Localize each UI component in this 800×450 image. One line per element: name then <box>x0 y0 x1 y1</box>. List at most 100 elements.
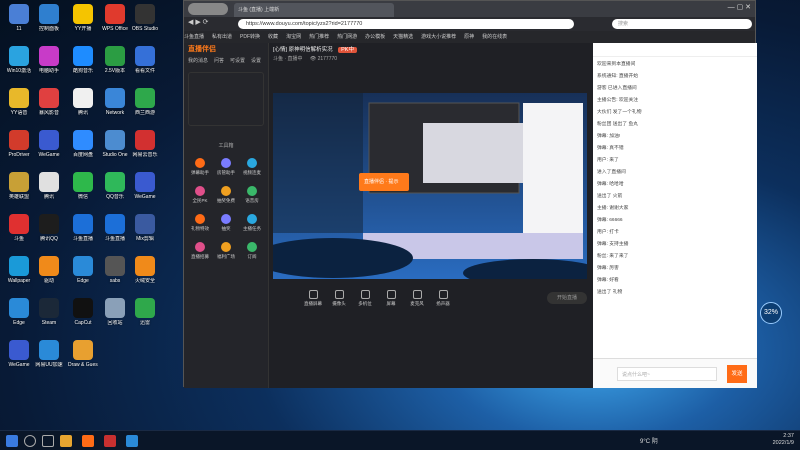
desktop-icon[interactable]: ProDriver <box>4 130 34 158</box>
bookmark-item[interactable]: 热门推荐 <box>309 31 329 43</box>
clock[interactable]: 2:37 2022/1/9 <box>773 433 794 447</box>
desktop-icon[interactable]: Edge <box>4 298 34 326</box>
bookmark-item[interactable]: 我的在线表 <box>482 31 507 43</box>
bookmark-item[interactable]: 原神 <box>464 31 474 43</box>
desktop-icon[interactable]: 西兰西游 <box>130 88 160 116</box>
desktop-icon[interactable]: 2.5V版本 <box>100 46 130 74</box>
desktop-icon[interactable]: 控制面板 <box>34 4 64 32</box>
desktop-icon[interactable]: 斗鱼直播 <box>68 214 98 242</box>
desktop-icon[interactable]: Network <box>100 88 130 116</box>
bookmark-item[interactable]: 天猫精选 <box>393 31 413 43</box>
desktop-icon[interactable]: 看看文件 <box>130 46 160 74</box>
desktop-icon[interactable]: 腾讯QQ <box>34 214 64 242</box>
desktop-icon[interactable]: 暴风影音 <box>34 88 64 116</box>
search-input[interactable]: 搜索 <box>612 19 752 29</box>
bookmark-item[interactable]: 淘宝网 <box>286 31 301 43</box>
desktop-icon[interactable]: Studio One <box>100 130 130 158</box>
desktop-icon[interactable]: WeGame <box>34 130 64 158</box>
function-button[interactable]: 房管助手 <box>213 158 239 176</box>
desktop-icon[interactable]: 回收站 <box>100 298 130 326</box>
weather[interactable]: 9°C 阴 <box>640 436 658 445</box>
desktop-icon[interactable]: 腾讯 <box>68 88 98 116</box>
bookmark-item[interactable]: 游戏大小说推荐 <box>421 31 456 43</box>
desktop-icon[interactable]: Draw & Guess <box>68 340 98 368</box>
desktop-icon[interactable]: 11 <box>4 4 34 32</box>
subnav-item[interactable]: 问答 <box>214 58 224 64</box>
desktop-icon[interactable]: WeGame <box>130 172 160 200</box>
subnav-item[interactable]: 设置 <box>251 58 261 64</box>
start-stream-button[interactable]: 开始直播 <box>547 292 587 304</box>
subnav-item[interactable]: 可设置 <box>230 58 245 64</box>
function-button[interactable]: 主播任务 <box>239 214 265 232</box>
desktop-icon[interactable]: 网易云音乐 <box>130 130 160 158</box>
site-logo[interactable]: 直播伴侣 <box>184 43 268 57</box>
desktop-icon[interactable]: WeGame <box>4 340 34 368</box>
toolbar-item[interactable]: 屏幕 <box>381 290 401 307</box>
desktop-icon[interactable]: Edge <box>68 256 98 284</box>
desktop-icon[interactable]: 斗鱼直播 <box>100 214 130 242</box>
window-controls[interactable]: — ▢ ✕ <box>728 3 751 11</box>
desktop-icon[interactable]: 斗鱼 <box>4 214 34 242</box>
desktop-icon[interactable]: YY语音 <box>4 88 34 116</box>
function-button[interactable]: 福利广场 <box>213 242 239 260</box>
desktop-icon[interactable]: 腾讯 <box>34 172 64 200</box>
toolbar-item[interactable]: 多机位 <box>355 290 375 307</box>
desktop-icon[interactable]: 驱动 <box>34 256 64 284</box>
desktop-icon[interactable]: 酷狗音乐 <box>68 46 98 74</box>
desktop-icon[interactable]: Win10激活 <box>4 46 34 74</box>
bookmark-item[interactable]: 斗鱼直播 <box>184 31 204 43</box>
desktop-icon[interactable]: QQ音乐 <box>100 172 130 200</box>
desktop-icon[interactable]: Steam <box>34 298 64 326</box>
nav-buttons[interactable]: ◀ ▶ ⟳ <box>188 18 209 26</box>
desktop-icon[interactable]: Mix剪辑 <box>130 214 160 242</box>
function-button[interactable]: 视频连麦 <box>239 158 265 176</box>
send-button[interactable]: 发送 <box>727 365 747 383</box>
app-icon <box>73 46 93 66</box>
desktop-icon[interactable]: CapCut <box>68 298 98 326</box>
address-input[interactable]: https://www.douyu.com/topic/yzs2?rid=217… <box>238 19 574 29</box>
douyu-taskbar-icon[interactable] <box>82 435 94 447</box>
chat-input[interactable]: 说点什么吧~ <box>617 367 717 381</box>
explorer-icon[interactable] <box>60 435 72 447</box>
desktop-icon[interactable]: sabs <box>100 256 130 284</box>
toolbar-item[interactable]: 扬声器 <box>433 290 453 307</box>
scene-list[interactable] <box>188 72 264 126</box>
app-icon <box>105 172 125 192</box>
app-taskbar-icon[interactable] <box>104 435 116 447</box>
bookmark-item[interactable]: 办公模板 <box>365 31 385 43</box>
function-button[interactable]: 弹幕助手 <box>187 158 213 176</box>
desktop-icon[interactable]: 网易UU加速 <box>34 340 64 368</box>
function-button[interactable]: 语音房 <box>239 186 265 204</box>
start-icon[interactable] <box>6 435 18 447</box>
edge-taskbar-icon[interactable] <box>126 435 138 447</box>
subnav-item[interactable]: 我的消息 <box>188 58 208 64</box>
desktop-icon[interactable]: 百度网盘 <box>68 130 98 158</box>
stream-preview[interactable]: 直播伴侣 · 提示 <box>273 93 587 279</box>
tab-douyu[interactable]: 斗鱼 (直播) 上端新 <box>234 3 394 17</box>
bookmark-item[interactable]: PDF转换 <box>240 31 260 43</box>
function-button[interactable]: 抽奖 <box>213 214 239 232</box>
desktop-icon[interactable]: 电脑助手 <box>34 46 64 74</box>
desktop-icon[interactable]: 迅雷 <box>130 298 160 326</box>
desktop-icon[interactable]: WPS Office <box>100 4 130 32</box>
desktop-icon[interactable]: Wallpaper <box>4 256 34 284</box>
desktop-icon[interactable]: 英雄联盟 <box>4 172 34 200</box>
search-icon[interactable] <box>24 435 36 447</box>
bookmark-item[interactable]: 私有出道 <box>212 31 232 43</box>
function-button[interactable]: 礼物特效 <box>187 214 213 232</box>
desktop-icon[interactable]: 火绒安全 <box>130 256 160 284</box>
function-button[interactable]: 直播招募 <box>187 242 213 260</box>
desktop-icon[interactable]: OBS Studio <box>130 4 160 32</box>
toolbar-item[interactable]: 直播屏幕 <box>303 290 323 307</box>
chat-message: 大伙们 发了一个礼物 <box>597 110 642 115</box>
function-button[interactable]: 全民PK <box>187 186 213 204</box>
desktop-icon[interactable]: 微信 <box>68 172 98 200</box>
desktop-icon[interactable]: YY开播 <box>68 4 98 32</box>
task-view-icon[interactable] <box>42 435 54 447</box>
function-button[interactable]: 抽奖免费 <box>213 186 239 204</box>
bookmark-item[interactable]: 热门网游 <box>337 31 357 43</box>
toolbar-item[interactable]: 摄像头 <box>329 290 349 307</box>
toolbar-item[interactable]: 麦克风 <box>407 290 427 307</box>
function-button[interactable]: 订阅 <box>239 242 265 260</box>
bookmark-item[interactable]: 收藏 <box>268 31 278 43</box>
